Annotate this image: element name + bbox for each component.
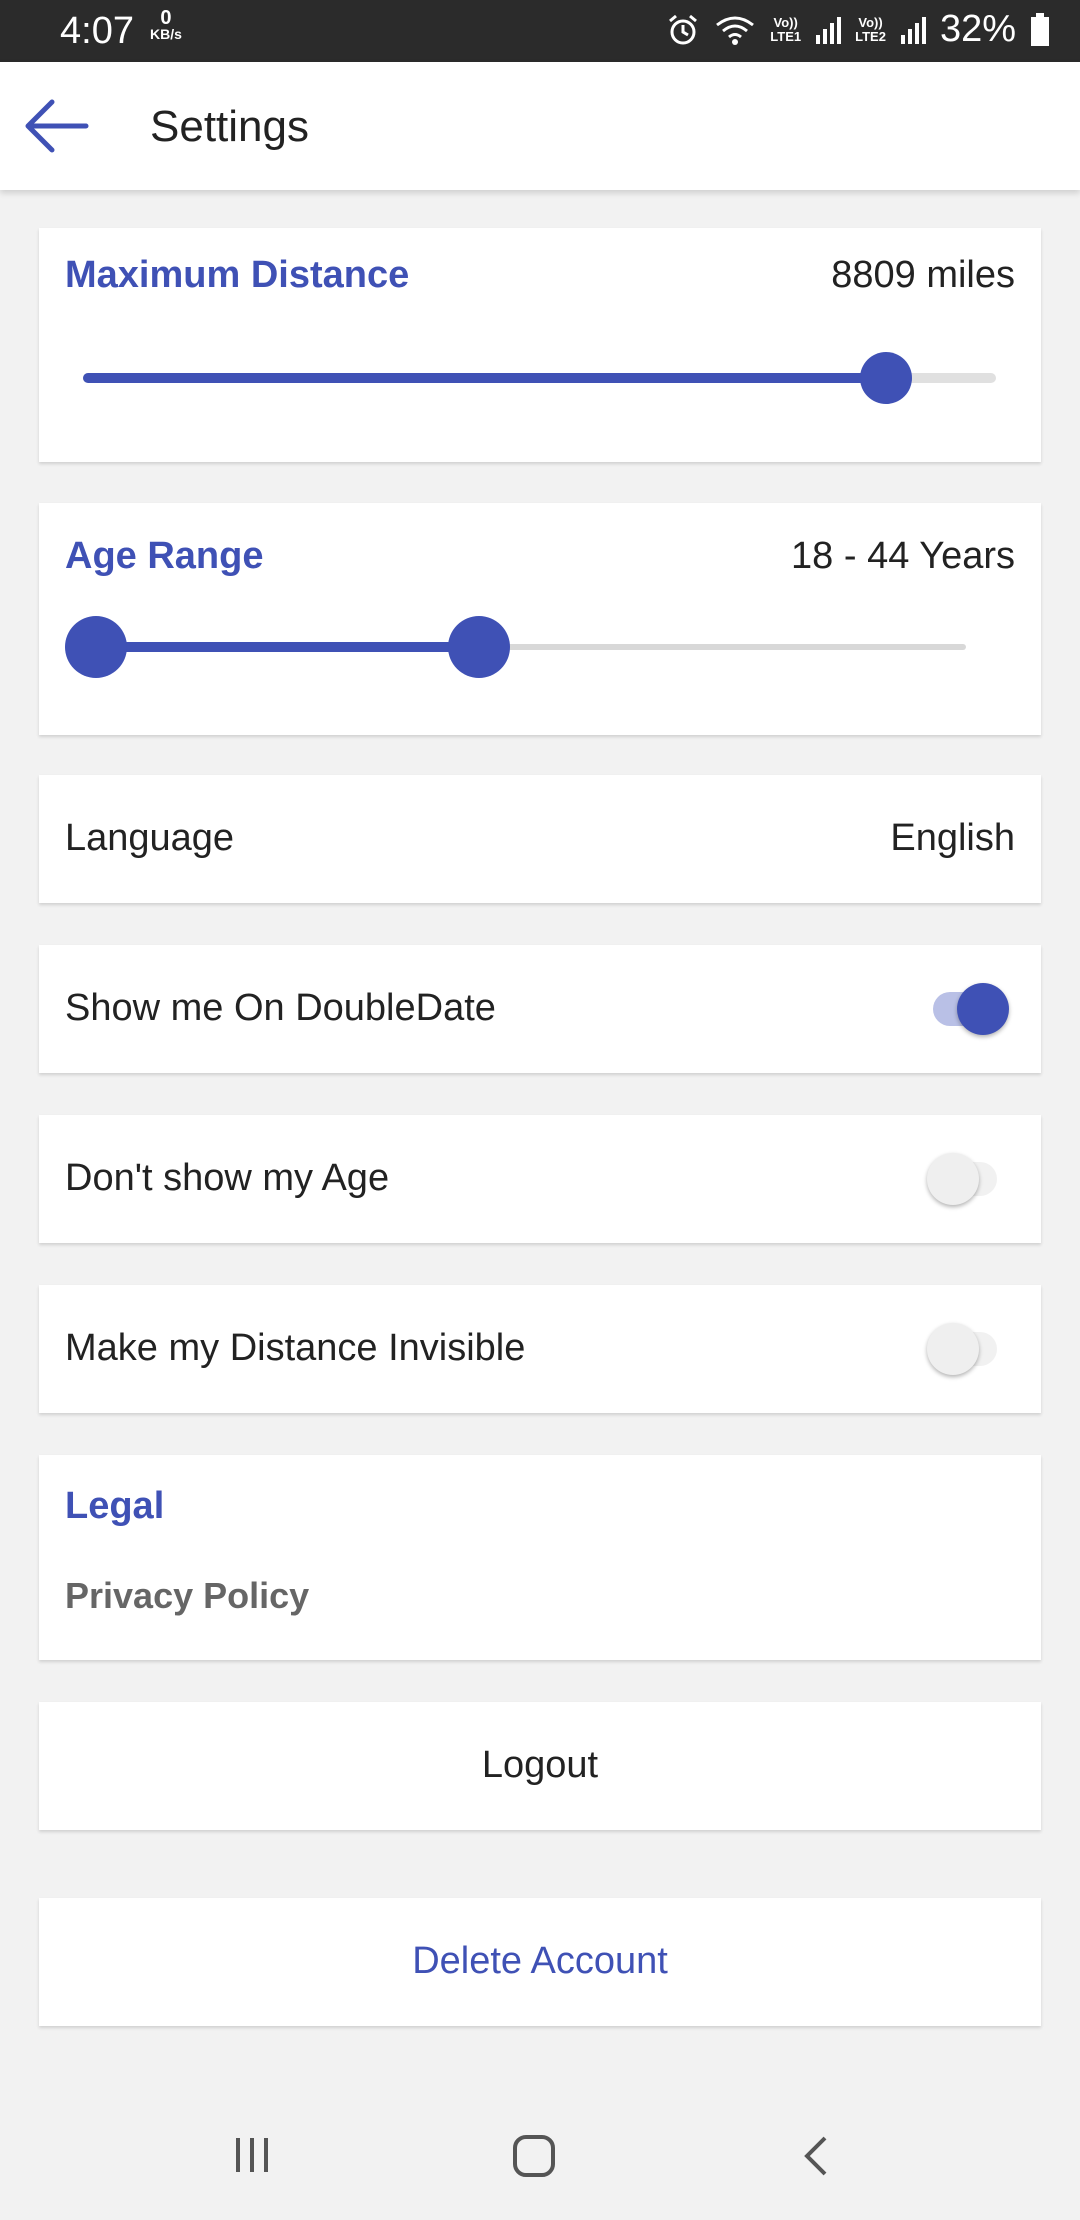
home-icon[interactable] <box>510 2132 558 2180</box>
wifi-icon <box>716 16 755 45</box>
app-bar: Settings <box>0 62 1080 190</box>
switch-knob <box>957 983 1009 1035</box>
max-distance-value: 8809 miles <box>831 254 1015 296</box>
delete-account-label: Delete Account <box>412 1940 668 1982</box>
distance-invisible-switch[interactable] <box>927 1321 1011 1377</box>
status-bar: 4:07 0 KB/s Vo)) LTE1 Vo)) LTE2 32% <box>0 0 1080 62</box>
age-range-card: Age Range 18 - 44 Years <box>39 503 1041 735</box>
age-range-slider[interactable] <box>39 613 1041 683</box>
max-distance-slider[interactable] <box>39 348 1041 408</box>
show-on-doubledate-switch[interactable] <box>927 981 1011 1037</box>
battery-percent: 32% <box>939 8 1016 50</box>
delete-account-button[interactable]: Delete Account <box>39 1898 1041 2026</box>
sim1-indicator: Vo)) LTE1 <box>770 14 802 44</box>
toggle-label: Don't show my Age <box>65 1157 390 1199</box>
toggle-label: Show me On DoubleDate <box>65 987 496 1029</box>
recent-apps-icon[interactable] <box>230 2132 276 2178</box>
signal-2-icon <box>900 16 926 44</box>
system-nav-bar <box>0 2092 1080 2220</box>
toggle-row: Make my Distance Invisible <box>39 1285 1041 1413</box>
language-row[interactable]: Language English <box>39 775 1041 903</box>
alarm-icon <box>669 14 698 44</box>
max-distance-thumb[interactable] <box>860 352 913 404</box>
sim2-indicator: Vo)) LTE2 <box>855 14 886 44</box>
max-distance-track-fill <box>83 373 887 383</box>
back-button[interactable] <box>20 90 92 162</box>
age-range-value: 18 - 44 Years <box>791 535 1015 577</box>
network-speed: 0 KB/s <box>150 7 182 42</box>
logout-button[interactable]: Logout <box>39 1702 1041 1830</box>
age-range-track-fill <box>96 642 479 652</box>
toggle-row: Show me On DoubleDate <box>39 945 1041 1073</box>
toggle-row: Don't show my Age <box>39 1115 1041 1243</box>
back-nav-icon[interactable] <box>795 2132 835 2180</box>
page-title: Settings <box>150 102 309 151</box>
volte-label-1: Vo)) <box>773 14 798 30</box>
age-range-max-thumb[interactable] <box>447 616 510 678</box>
sim1-label: LTE1 <box>770 28 802 44</box>
network-speed-value: 0 <box>160 7 172 29</box>
volte-label-2: Vo)) <box>858 14 883 30</box>
max-distance-label: Maximum Distance <box>65 254 410 296</box>
status-time: 4:07 <box>60 10 134 52</box>
max-distance-card: Maximum Distance 8809 miles <box>39 228 1041 462</box>
signal-1-icon <box>816 16 842 44</box>
legal-heading: Legal <box>65 1485 165 1527</box>
language-label: Language <box>65 817 235 859</box>
legal-card: Legal Privacy Policy <box>39 1455 1041 1660</box>
toggle-label: Make my Distance Invisible <box>65 1327 526 1369</box>
battery-icon <box>1031 12 1049 46</box>
hide-age-switch[interactable] <box>927 1151 1011 1207</box>
language-value: English <box>890 817 1015 859</box>
arrow-back-icon <box>25 99 89 153</box>
age-range-min-thumb[interactable] <box>65 616 127 678</box>
privacy-policy-link[interactable]: Privacy Policy <box>65 1575 309 1617</box>
switch-knob <box>927 1153 979 1205</box>
network-speed-unit: KB/s <box>150 26 182 42</box>
switch-knob <box>927 1323 979 1375</box>
age-range-label: Age Range <box>65 535 264 577</box>
sim2-label: LTE2 <box>855 28 886 44</box>
logout-label: Logout <box>481 1744 599 1786</box>
